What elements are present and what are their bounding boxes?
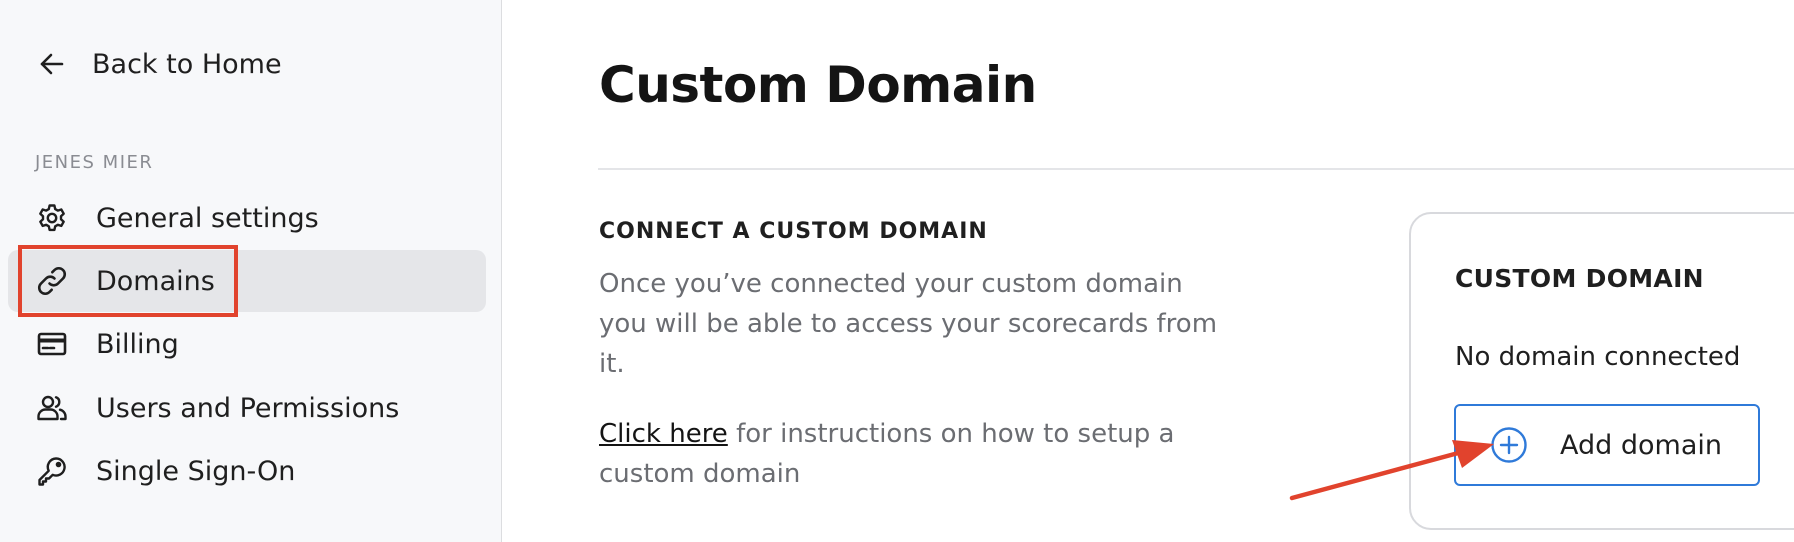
credit-card-icon xyxy=(35,327,69,361)
arrow-left-icon xyxy=(40,53,64,75)
sidebar: Back to Home JENES MIER General settings… xyxy=(0,0,502,542)
sidebar-item-domains[interactable]: Domains xyxy=(8,250,486,312)
sidebar-item-label: Domains xyxy=(96,265,215,297)
link-icon xyxy=(35,264,69,298)
card-title: CUSTOM DOMAIN xyxy=(1455,264,1704,293)
sidebar-item-single-sign-on[interactable]: Single Sign-On xyxy=(8,440,486,502)
domain-status-text: No domain connected xyxy=(1455,342,1741,372)
gear-icon xyxy=(35,201,69,235)
divider xyxy=(598,168,1794,170)
sidebar-item-label: Single Sign-On xyxy=(96,455,296,487)
key-icon xyxy=(35,454,69,488)
add-domain-label: Add domain xyxy=(1560,429,1722,461)
sidebar-item-billing[interactable]: Billing xyxy=(8,313,486,375)
users-icon xyxy=(35,391,69,425)
help-text: Click here for instructions on how to se… xyxy=(599,414,1219,494)
sidebar-item-general-settings[interactable]: General settings xyxy=(8,187,486,249)
add-domain-button[interactable]: Add domain xyxy=(1454,404,1760,486)
sidebar-item-label: Billing xyxy=(96,328,179,360)
plus-circle-icon xyxy=(1491,427,1527,463)
back-to-home-link[interactable]: Back to Home xyxy=(36,44,282,84)
sidebar-item-users-and-permissions[interactable]: Users and Permissions xyxy=(8,377,486,439)
section-heading: CONNECT A CUSTOM DOMAIN xyxy=(599,219,988,244)
back-to-home-label: Back to Home xyxy=(92,48,282,80)
page-title: Custom Domain xyxy=(599,56,1037,114)
sidebar-item-label: Users and Permissions xyxy=(96,392,400,424)
main-content: Custom Domain CONNECT A CUSTOM DOMAIN On… xyxy=(503,0,1794,542)
workspace-label: JENES MIER xyxy=(35,152,154,173)
settings-page: Back to Home JENES MIER General settings… xyxy=(0,0,1794,542)
section-description: Once you’ve connected your custom domain… xyxy=(599,269,1218,379)
sidebar-item-label: General settings xyxy=(96,202,319,234)
click-here-link[interactable]: Click here xyxy=(599,419,728,449)
custom-domain-card: CUSTOM DOMAIN No domain connected Add do… xyxy=(1409,212,1794,530)
